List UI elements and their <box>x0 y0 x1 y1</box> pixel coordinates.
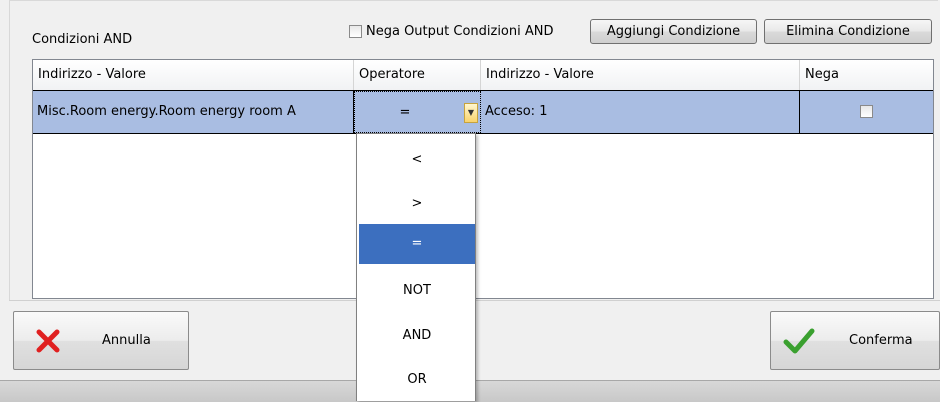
address-right-cell[interactable]: Acceso: 1 <box>481 91 800 133</box>
dropdown-option-greater-than[interactable]: > <box>359 188 475 220</box>
negate-output-checkbox[interactable] <box>349 25 362 38</box>
conditions-grid: Indirizzo - Valore Operatore Indirizzo -… <box>32 59 934 299</box>
and-conditions-title: Condizioni AND <box>32 32 133 47</box>
negate-output-option[interactable]: Nega Output Condizioni AND <box>349 24 554 39</box>
red-x-icon <box>36 329 60 352</box>
dropdown-option-not[interactable]: NOT <box>359 275 475 307</box>
column-header-negate[interactable]: Nega <box>800 60 933 90</box>
column-header-operator[interactable]: Operatore <box>354 60 481 90</box>
negate-output-label: Nega Output Condizioni AND <box>366 24 554 39</box>
operator-combobox[interactable]: = ▼ <box>354 91 481 133</box>
add-condition-button[interactable]: Aggiungi Condizione <box>590 19 757 44</box>
address-left-cell[interactable]: Misc.Room energy.Room energy room A <box>33 91 354 133</box>
dropdown-option-less-than[interactable]: < <box>359 144 475 176</box>
dropdown-option-and[interactable]: AND <box>359 320 475 352</box>
confirm-button[interactable]: Conferma <box>770 311 940 370</box>
chevron-down-icon[interactable]: ▼ <box>464 103 478 123</box>
cancel-label: Annulla <box>102 333 151 348</box>
confirm-label: Conferma <box>849 333 913 348</box>
operator-dropdown-list: < > = NOT AND OR <box>356 133 476 401</box>
dropdown-option-or[interactable]: OR <box>359 364 475 396</box>
column-header-address-left[interactable]: Indirizzo - Valore <box>33 60 354 90</box>
negate-cell[interactable] <box>800 91 933 133</box>
grid-header: Indirizzo - Valore Operatore Indirizzo -… <box>33 60 933 91</box>
negate-checkbox[interactable] <box>860 105 873 118</box>
operator-value: = <box>399 105 411 120</box>
dropdown-option-equal[interactable]: = <box>359 224 475 264</box>
table-row[interactable]: Misc.Room energy.Room energy room A = ▼ … <box>33 90 933 134</box>
column-header-address-right[interactable]: Indirizzo - Valore <box>481 60 800 90</box>
cancel-button[interactable]: Annulla <box>13 311 189 370</box>
delete-condition-button[interactable]: Elimina Condizione <box>764 19 932 44</box>
green-check-icon <box>783 328 815 353</box>
